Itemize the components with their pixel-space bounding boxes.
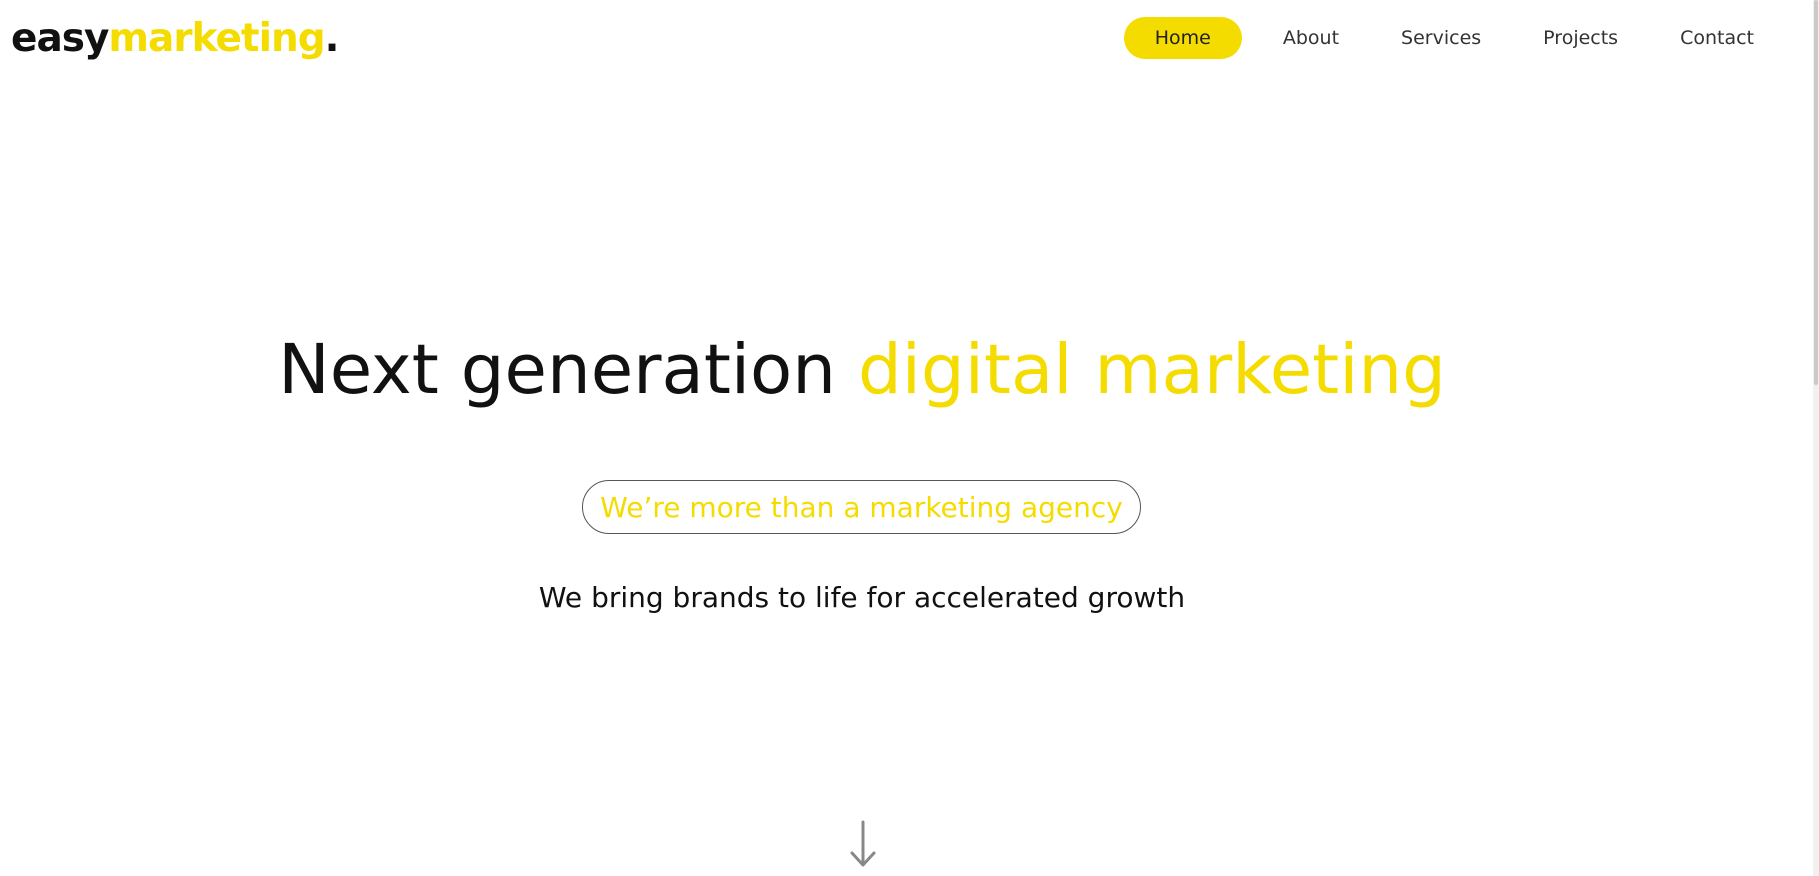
nav-item-services[interactable]: Services xyxy=(1370,17,1512,59)
logo-text-marketing: marketing xyxy=(108,16,325,61)
agency-pill-badge: We’re more than a marketing agency xyxy=(582,480,1141,534)
hero-title-plain: Next generation xyxy=(278,330,858,410)
hero-title-accent: digital marketing xyxy=(857,330,1446,410)
page-scrollbar[interactable] xyxy=(1813,0,1819,876)
hero-title: Next generation digital marketing xyxy=(0,325,1724,415)
page: easymarketing. Home About Services Proje… xyxy=(0,0,1819,876)
logo-text-dot: . xyxy=(324,16,340,61)
nav-item-projects[interactable]: Projects xyxy=(1512,17,1649,59)
scrollbar-thumb[interactable] xyxy=(1814,0,1818,385)
logo-text-easy: easy xyxy=(11,16,109,61)
hero-tagline: We bring brands to life for accelerated … xyxy=(538,581,1186,614)
nav-item-about[interactable]: About xyxy=(1252,17,1370,59)
nav-item-home[interactable]: Home xyxy=(1123,17,1242,59)
nav-item-contact[interactable]: Contact xyxy=(1649,17,1785,59)
main-nav: Home About Services Projects Contact xyxy=(1123,16,1785,60)
agency-pill-text: We’re more than a marketing agency xyxy=(600,490,1123,524)
arrow-down-icon[interactable] xyxy=(845,820,881,870)
logo[interactable]: easymarketing. xyxy=(11,14,340,64)
